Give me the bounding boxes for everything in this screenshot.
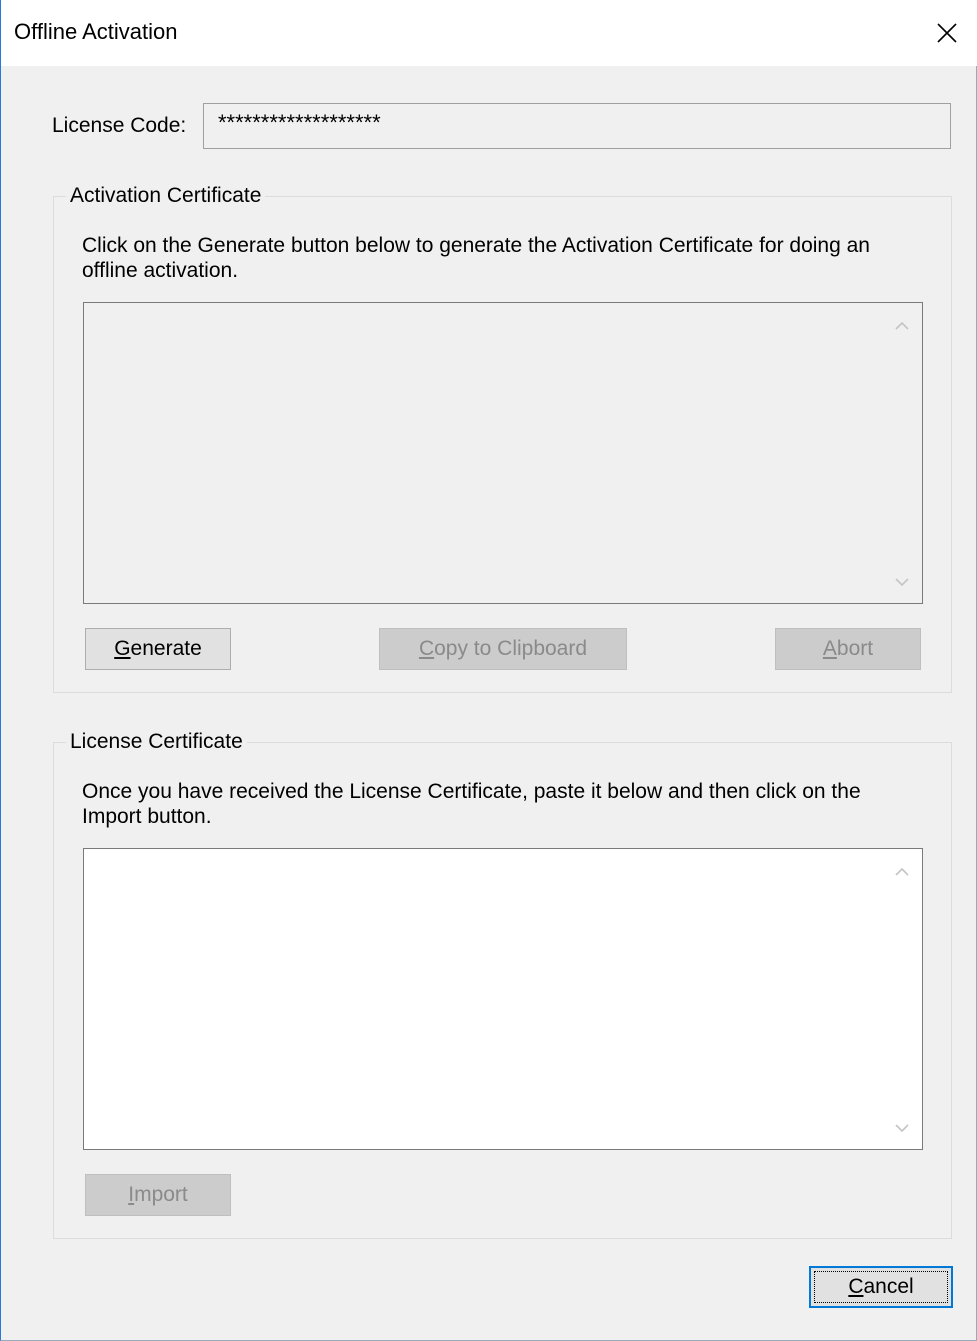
abort-button-label: bort (836, 637, 874, 660)
copy-button-label: opy to Clipboard (434, 637, 588, 660)
copy-button-mnemonic: C (418, 637, 435, 660)
close-icon (937, 23, 957, 43)
scroll-up-icon[interactable] (894, 319, 910, 331)
activation-certificate-legend: Activation Certificate (66, 184, 266, 208)
generate-button-label: enerate (130, 637, 202, 660)
scroll-down-icon[interactable] (894, 1123, 910, 1135)
license-code-field[interactable]: ******************* (203, 103, 951, 149)
generate-button-mnemonic: G (114, 637, 131, 660)
activation-certificate-textarea[interactable] (83, 302, 923, 604)
license-code-value: ******************* (218, 110, 381, 135)
window-title: Offline Activation (14, 19, 178, 44)
activation-certificate-description-line-1: Click on the Generate button below to ge… (82, 234, 870, 257)
license-certificate-description-line-2: Import button. (82, 805, 212, 828)
scroll-up-icon[interactable] (894, 865, 910, 877)
activation-certificate-description-line-2: offline activation. (82, 259, 239, 282)
abort-button[interactable]: Abort (775, 628, 921, 670)
abort-button-mnemonic: A (822, 637, 837, 660)
scroll-down-icon[interactable] (894, 577, 910, 589)
copy-to-clipboard-button[interactable]: Copy to Clipboard (379, 628, 627, 670)
license-code-label: License Code: (52, 114, 187, 137)
import-button[interactable]: Import (85, 1174, 231, 1216)
title-bar[interactable]: Offline Activation (1, 0, 977, 66)
cancel-button[interactable]: Cancel (809, 1266, 953, 1308)
generate-button[interactable]: Generate (85, 628, 231, 670)
offline-activation-dialog: Offline Activation License Code: *******… (0, 0, 977, 1341)
license-certificate-textarea[interactable] (83, 848, 923, 1150)
license-certificate-legend: License Certificate (66, 730, 247, 754)
import-button-label: mport (134, 1183, 188, 1206)
license-certificate-description-line-1: Once you have received the License Certi… (82, 780, 861, 803)
focus-ring (814, 1271, 948, 1303)
close-button[interactable] (917, 0, 977, 66)
